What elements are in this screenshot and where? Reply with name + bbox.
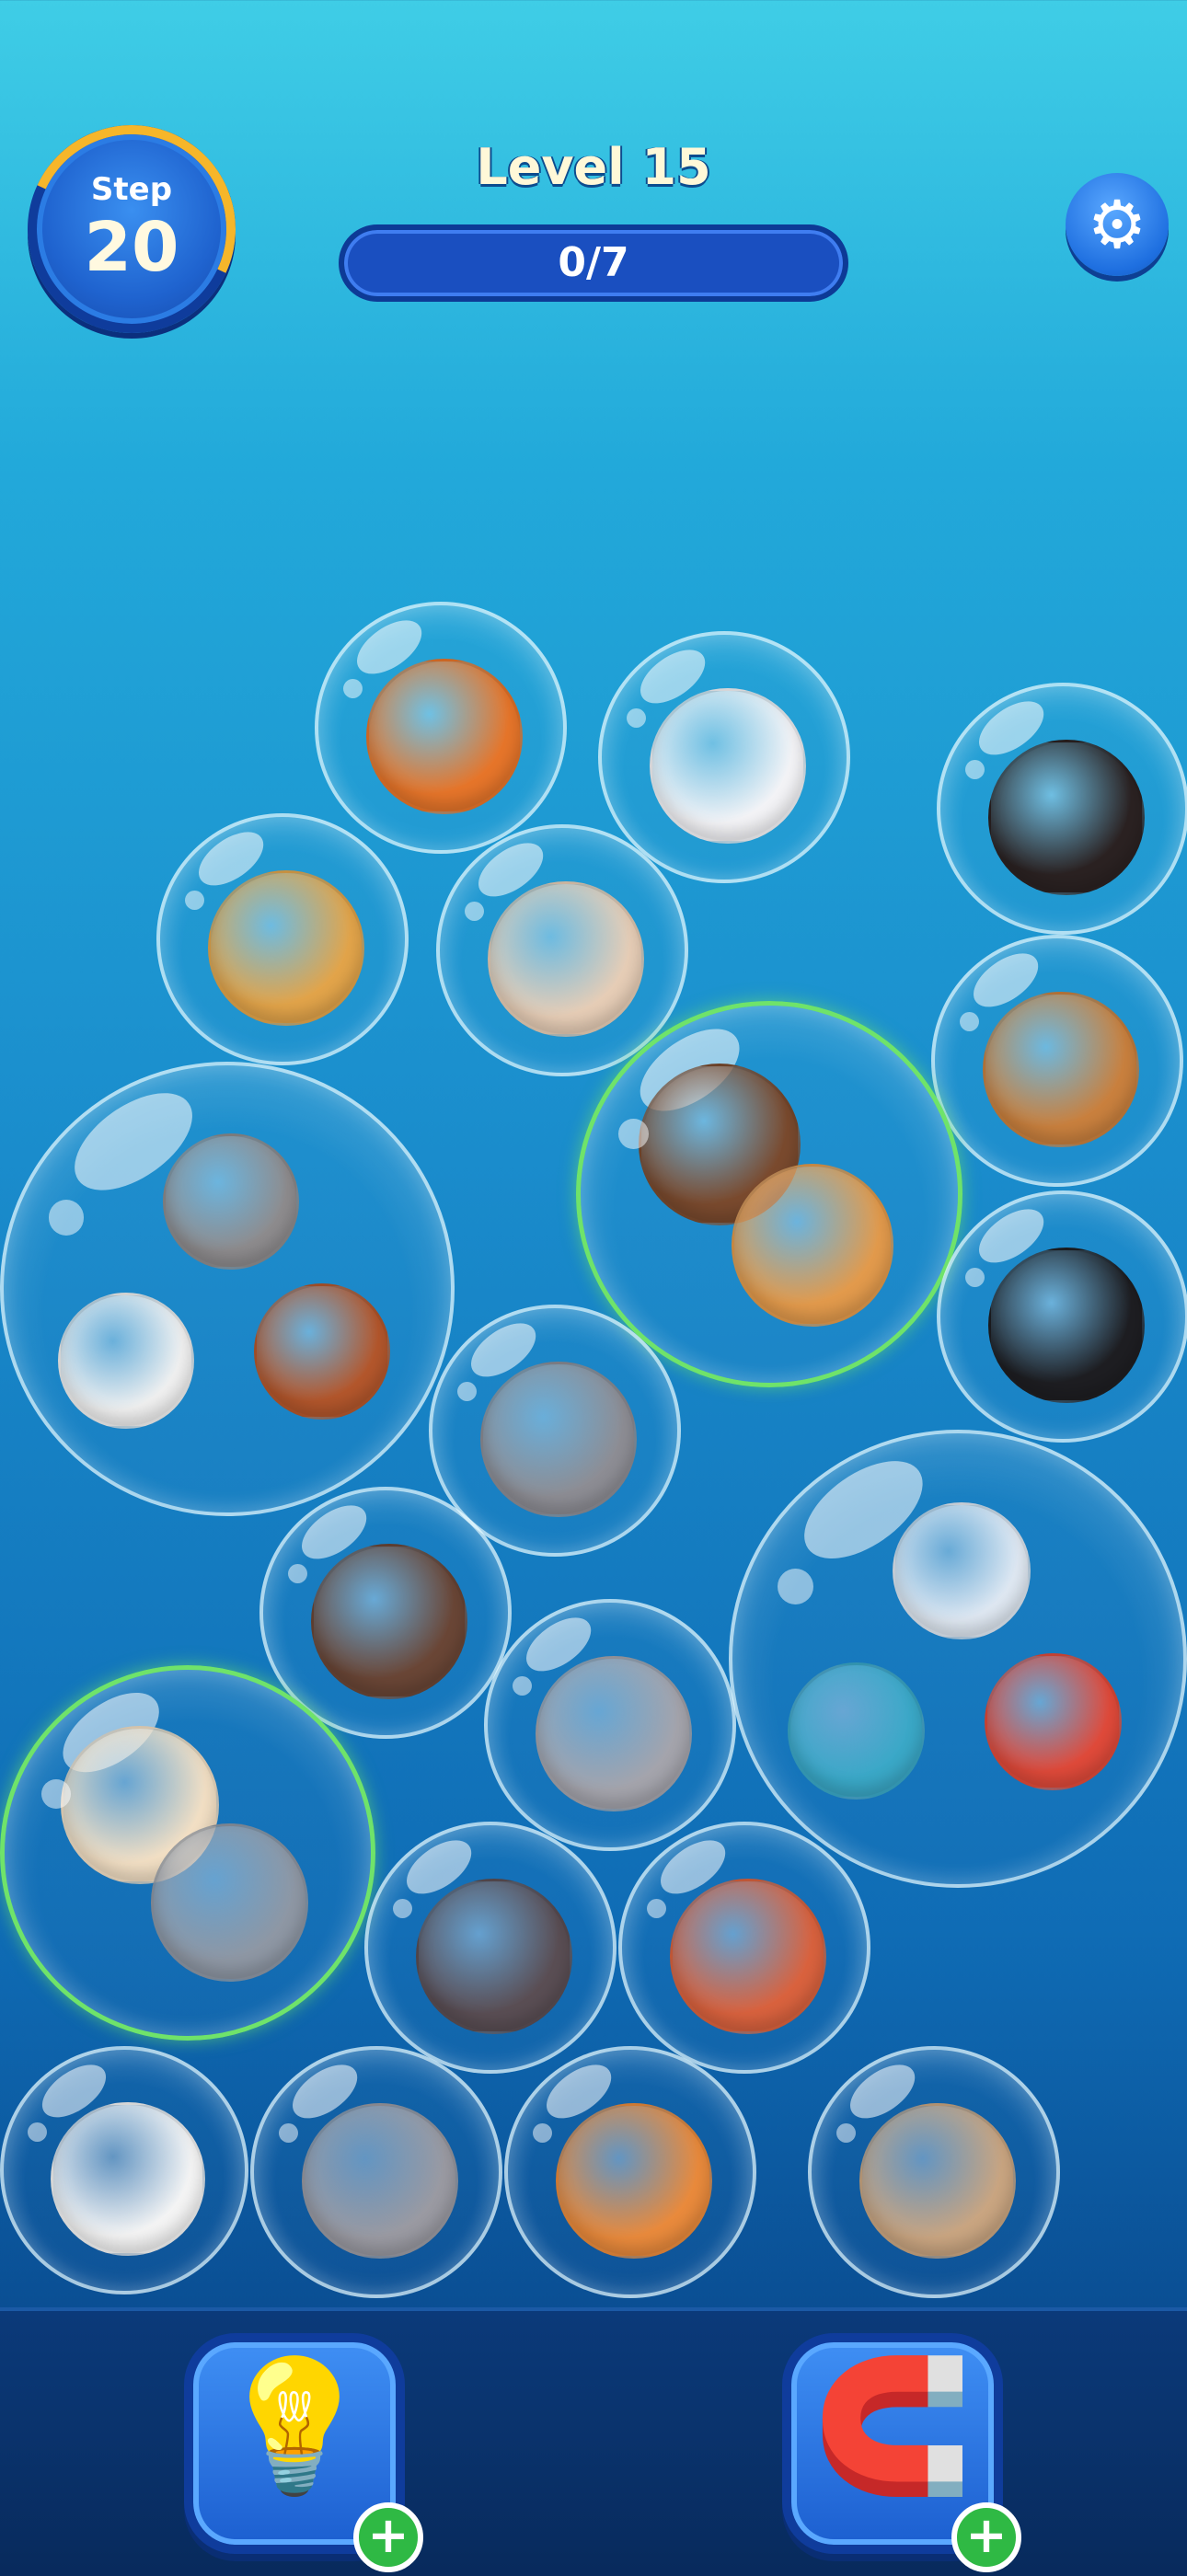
kayak-icon [984,1653,1123,1791]
add-magnet-button[interactable]: + [951,2502,1021,2572]
magnet-booster-button[interactable]: 🧲 + [782,2333,1021,2572]
bubble-boats[interactable] [729,1430,1187,1888]
surfboard-icon [893,1501,1031,1640]
jet-ski-icon [366,658,523,815]
chinchilla-backpack-icon [536,1655,692,1812]
bubble-white-fox[interactable] [0,2046,248,2294]
hud: Step 20 Level 15 0/7 ⚙ [0,0,1187,362]
bubble-bear-samurai[interactable] [937,683,1187,935]
elephant-bucket-hat-icon [302,2102,458,2260]
settings-button[interactable]: ⚙ [1066,173,1169,276]
bubble-dog[interactable] [156,813,409,1065]
orange-cat-headband-icon [556,2102,712,2260]
bubble-chinchilla[interactable] [484,1599,736,1851]
step-counter: Step 20 [0,96,265,362]
bubble-bunny[interactable] [598,631,850,883]
magnet-icon: 🧲 [812,2352,974,2501]
level-progress-bar: 0/7 [339,224,848,302]
black-bear-samurai-icon [988,739,1145,896]
bubble-jetski[interactable] [315,602,567,854]
chipmunk-fedora-icon [253,1283,390,1420]
bubble-hat-group[interactable] [0,1062,455,1516]
llama-samurai-icon [859,2102,1016,2260]
donkey-samurai-icon [416,1878,572,2035]
bubble-deer-samurai[interactable] [931,935,1183,1187]
step-label: Step [90,171,173,208]
wolf-headband-icon [151,1823,309,1982]
golden-dog-sunglasses-icon [208,869,364,1027]
red-panda-bucket-hat-icon [670,1878,826,2035]
bubble-headband-pair[interactable] [0,1665,375,2041]
bubble-backpack-pair[interactable] [576,1001,962,1387]
paddle-board-icon [787,1662,926,1800]
goat-fedora-icon [162,1133,300,1271]
tiger-fedora-icon [58,1293,195,1430]
bubble-fox-hat[interactable] [618,1822,870,2074]
otter-bucket-hat-glasses-icon [488,880,644,1038]
bubble-cat-headband[interactable] [504,2046,756,2298]
bubble-donkey-samurai[interactable] [364,1822,617,2074]
arctic-fox-backpack-icon [51,2101,205,2257]
buffalo-headband-icon [311,1543,467,1700]
level-title: Level 15 [476,138,711,196]
bubble-otter-hat[interactable] [436,824,688,1076]
hint-booster-button[interactable]: 💡 + [184,2333,423,2572]
bubble-elephant-hat[interactable] [250,2046,502,2298]
step-value: 20 [84,208,179,287]
add-hint-button[interactable]: + [353,2502,423,2572]
bunny-sunglasses-icon [650,687,806,845]
raccoon-sunglasses-icon [480,1361,637,1518]
corgi-backpack-icon [731,1164,894,1327]
lightbulb-icon: 💡 [213,2352,375,2501]
bubble-llama-samurai[interactable] [808,2046,1060,2298]
deer-samurai-icon [983,991,1139,1148]
gear-icon: ⚙ [1087,186,1147,263]
black-cat-bucket-hat-icon [988,1247,1145,1404]
bubble-cat-hat[interactable] [937,1190,1187,1443]
progress-text: 0/7 [558,239,629,286]
